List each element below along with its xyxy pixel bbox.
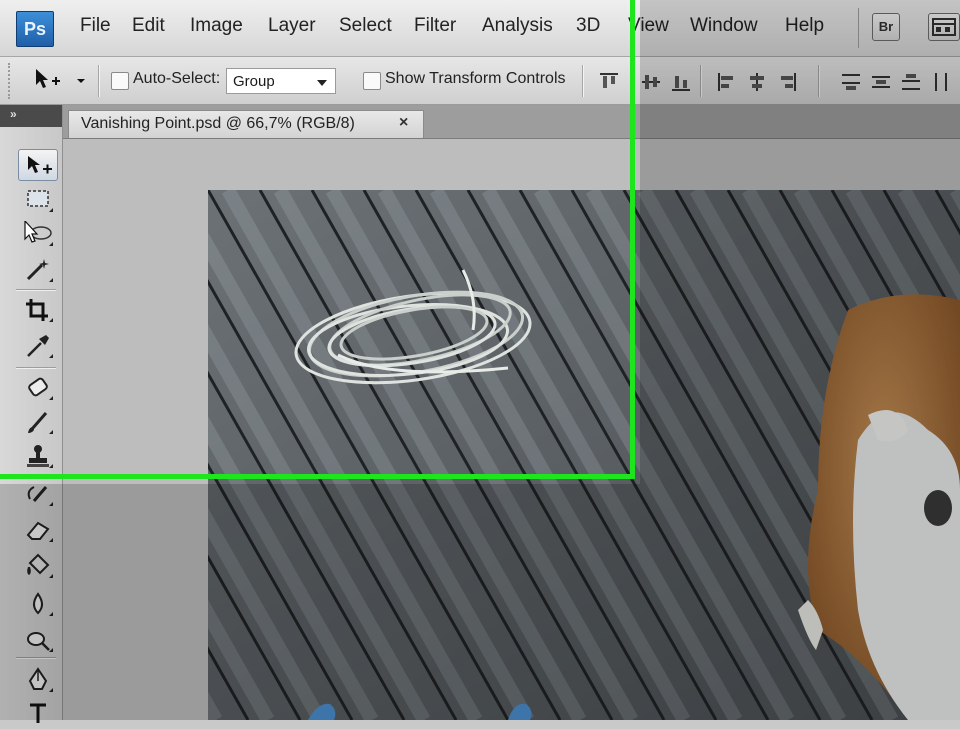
menu-window[interactable]: Window xyxy=(690,15,758,37)
tools-divider xyxy=(16,367,56,368)
tool-flyout-indicator xyxy=(49,278,53,282)
tool-flyout-indicator xyxy=(49,354,53,358)
tool-flyout-indicator xyxy=(49,538,53,542)
align-left-edges-icon[interactable] xyxy=(716,71,736,91)
distribute-bottom-icon[interactable] xyxy=(900,71,920,91)
menu-analysis[interactable]: Analysis xyxy=(482,15,553,37)
document-tab-title: Vanishing Point.psd @ 66,7% (RGB/8) xyxy=(81,115,355,132)
chevron-down-icon xyxy=(317,80,327,86)
magic-wand-tool[interactable] xyxy=(18,253,58,285)
marquee-tool[interactable] xyxy=(18,183,58,215)
align-vertical-centers-icon[interactable] xyxy=(640,71,660,91)
show-transform-label: Show Transform Controls xyxy=(385,70,566,87)
document-tab[interactable]: Vanishing Point.psd @ 66,7% (RGB/8) × xyxy=(68,110,424,138)
auto-select-value: Group xyxy=(233,73,275,90)
move-tool[interactable] xyxy=(18,149,58,181)
tools-divider xyxy=(16,289,56,290)
spot-healing-tool[interactable] xyxy=(18,371,58,403)
options-separator xyxy=(818,65,819,97)
auto-select-label: Auto-Select: xyxy=(133,70,221,87)
eyedropper-tool[interactable] xyxy=(18,329,58,361)
move-tool-icon xyxy=(36,69,85,88)
menu-separator xyxy=(858,8,859,48)
tool-flyout-indicator xyxy=(49,396,53,400)
type-icon xyxy=(30,703,46,723)
type-tool[interactable] xyxy=(18,697,58,729)
tools-divider xyxy=(16,657,56,658)
align-horizontal-centers-icon[interactable] xyxy=(746,71,766,91)
blur-tool[interactable] xyxy=(18,587,58,619)
paint-bucket-tool[interactable] xyxy=(18,549,58,581)
move-tool-icon xyxy=(28,156,52,174)
tool-flyout-indicator xyxy=(49,242,53,246)
options-separator xyxy=(700,65,701,97)
dodge-tool[interactable] xyxy=(18,623,58,655)
tools-panel: » xyxy=(0,105,63,723)
menu-layer[interactable]: Layer xyxy=(268,15,316,37)
tools-panel-header[interactable]: » xyxy=(0,105,62,127)
show-transform-checkbox[interactable] xyxy=(363,72,381,90)
align-right-edges-icon[interactable] xyxy=(776,71,796,91)
bridge-button[interactable]: Br xyxy=(872,13,900,41)
auto-select-checkbox[interactable] xyxy=(111,72,129,90)
crop-tool[interactable] xyxy=(18,293,58,325)
distribute-left-icon[interactable] xyxy=(932,71,952,91)
pen-tool[interactable] xyxy=(18,663,58,695)
options-separator xyxy=(582,65,583,97)
menu-bar: Ps File Edit Image Layer Select Filter A… xyxy=(0,0,960,57)
tool-preset-picker[interactable] xyxy=(32,65,88,95)
brush-tool[interactable] xyxy=(18,405,58,437)
menu-select[interactable]: Select xyxy=(339,15,392,37)
document-canvas[interactable] xyxy=(208,190,960,720)
lasso-tool[interactable] xyxy=(18,217,58,249)
mini-bridge-button[interactable] xyxy=(928,13,960,41)
clone-stamp-tool[interactable] xyxy=(18,439,58,471)
menu-file[interactable]: File xyxy=(80,15,111,37)
menu-view[interactable]: View xyxy=(628,15,669,37)
distribute-vertical-centers-icon[interactable] xyxy=(870,71,890,91)
tool-flyout-indicator xyxy=(49,612,53,616)
tool-flyout-indicator xyxy=(49,688,53,692)
menu-3d[interactable]: 3D xyxy=(576,15,600,37)
tool-flyout-indicator xyxy=(49,208,53,212)
tool-flyout-indicator xyxy=(49,574,53,578)
mini-bridge-icon xyxy=(932,18,956,36)
close-icon[interactable]: × xyxy=(399,114,408,132)
auto-select-dropdown[interactable]: Group xyxy=(226,68,336,94)
options-separator xyxy=(98,65,99,97)
distribute-top-icon[interactable] xyxy=(840,71,860,91)
photoshop-logo[interactable]: Ps xyxy=(16,11,54,47)
tool-flyout-indicator xyxy=(49,464,53,468)
tool-flyout-indicator xyxy=(49,318,53,322)
collapse-panel-icon[interactable]: » xyxy=(10,107,17,121)
tool-flyout-indicator xyxy=(49,430,53,434)
menu-help[interactable]: Help xyxy=(785,15,824,37)
history-brush-tool[interactable] xyxy=(18,477,58,509)
tool-flyout-indicator xyxy=(49,502,53,506)
menu-filter[interactable]: Filter xyxy=(414,15,456,37)
menu-image[interactable]: Image xyxy=(190,15,243,37)
options-bar-grip[interactable] xyxy=(8,63,16,99)
menu-edit[interactable]: Edit xyxy=(132,15,165,37)
eraser-tool[interactable] xyxy=(18,513,58,545)
options-bar: Auto-Select: Group Show Transform Contro… xyxy=(0,57,960,105)
tool-flyout-indicator xyxy=(49,648,53,652)
align-top-edges-icon[interactable] xyxy=(598,71,618,91)
align-bottom-edges-icon[interactable] xyxy=(670,71,690,91)
